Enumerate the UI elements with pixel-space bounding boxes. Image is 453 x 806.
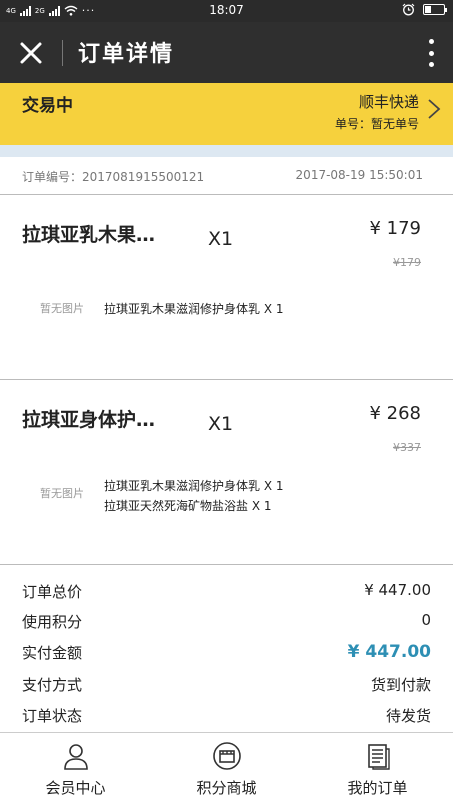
no-image-placeholder: 暂无图片 (40, 487, 84, 500)
product-card[interactable]: 拉琪亚乳木果… X1 ¥ 179 ¥179 暂无图片 拉琪亚乳木果滋润修护身体乳… (0, 196, 453, 380)
product-original-price: ¥179 (393, 256, 421, 269)
summary-value: ¥ 447.00 (364, 581, 431, 599)
store-icon (213, 742, 241, 770)
summary-value: 0 (421, 611, 431, 629)
more-vertical-icon[interactable] (427, 39, 435, 67)
trade-status: 交易中 (22, 96, 73, 116)
product-original-price: ¥337 (393, 441, 421, 454)
status-right (402, 3, 447, 16)
tab-label: 会员中心 (45, 779, 106, 797)
document-icon (368, 744, 390, 770)
summary-value: 货到付款 (370, 676, 431, 694)
product-name: 拉琪亚乳木果… (22, 224, 156, 246)
order-date: 2017-08-19 15:50:01 (295, 168, 423, 182)
tab-my-orders[interactable]: 我的订单 (302, 733, 453, 806)
user-icon (64, 744, 88, 770)
product-card[interactable]: 拉琪亚身体护… X1 ¥ 268 ¥337 暂无图片 拉琪亚乳木果滋润修护身体乳… (0, 381, 453, 565)
banner-stripe (0, 145, 453, 157)
summary-value-paid: ¥ 447.00 (347, 642, 431, 662)
summary-label: 使用积分 (22, 613, 83, 631)
summary-value: 待发货 (385, 707, 431, 725)
summary-row-total: 订单总价 ¥ 447.00 (0, 576, 453, 606)
summary-label: 订单状态 (22, 707, 83, 725)
courier-name: 顺丰快递 (358, 93, 419, 111)
order-meta: 订单编号：2017081915500121 2017-08-19 15:50:0… (0, 157, 453, 195)
status-bar: 4G 2G ··· 18:07 (0, 0, 453, 22)
app-header: 订单详情 (0, 22, 453, 83)
product-quantity: X1 (208, 413, 234, 435)
alarm-icon (402, 3, 415, 16)
close-icon[interactable] (16, 38, 46, 68)
battery-icon (423, 4, 447, 15)
package-item: 拉琪亚乳木果滋润修护身体乳 X 1 (104, 479, 284, 493)
bottom-tab-bar: 会员中心 积分商城 我的订单 (0, 732, 453, 806)
summary-row-paid: 实付金额 ¥ 447.00 (0, 637, 453, 667)
summary-label: 支付方式 (22, 676, 83, 694)
summary-row-payment: 支付方式 货到付款 (0, 669, 453, 699)
summary-label: 实付金额 (22, 644, 83, 662)
summary-row-status: 订单状态 待发货 (0, 700, 453, 730)
package-item: 拉琪亚乳木果滋润修护身体乳 X 1 (104, 302, 284, 316)
tab-label: 我的订单 (347, 779, 408, 797)
no-image-placeholder: 暂无图片 (40, 302, 84, 315)
tab-points-store[interactable]: 积分商城 (151, 733, 302, 806)
summary-row-points: 使用积分 0 (0, 606, 453, 636)
tab-member-center[interactable]: 会员中心 (0, 733, 151, 806)
product-price: ¥ 268 (369, 403, 421, 424)
product-name: 拉琪亚身体护… (22, 409, 156, 431)
summary-label: 订单总价 (22, 583, 83, 601)
product-quantity: X1 (208, 228, 234, 250)
order-status-banner[interactable]: 交易中 顺丰快递 单号：暂无单号 (0, 83, 453, 145)
page-title: 订单详情 (78, 42, 175, 67)
chevron-right-icon[interactable] (425, 97, 443, 121)
header-divider (62, 40, 63, 66)
clock: 18:07 (209, 3, 244, 17)
tracking-number: 单号：暂无单号 (334, 117, 419, 131)
package-item: 拉琪亚天然死海矿物盐浴盐 X 1 (104, 499, 272, 513)
tab-label: 积分商城 (196, 779, 257, 797)
product-price: ¥ 179 (369, 218, 421, 239)
order-number: 订单编号：2017081915500121 (22, 170, 205, 184)
